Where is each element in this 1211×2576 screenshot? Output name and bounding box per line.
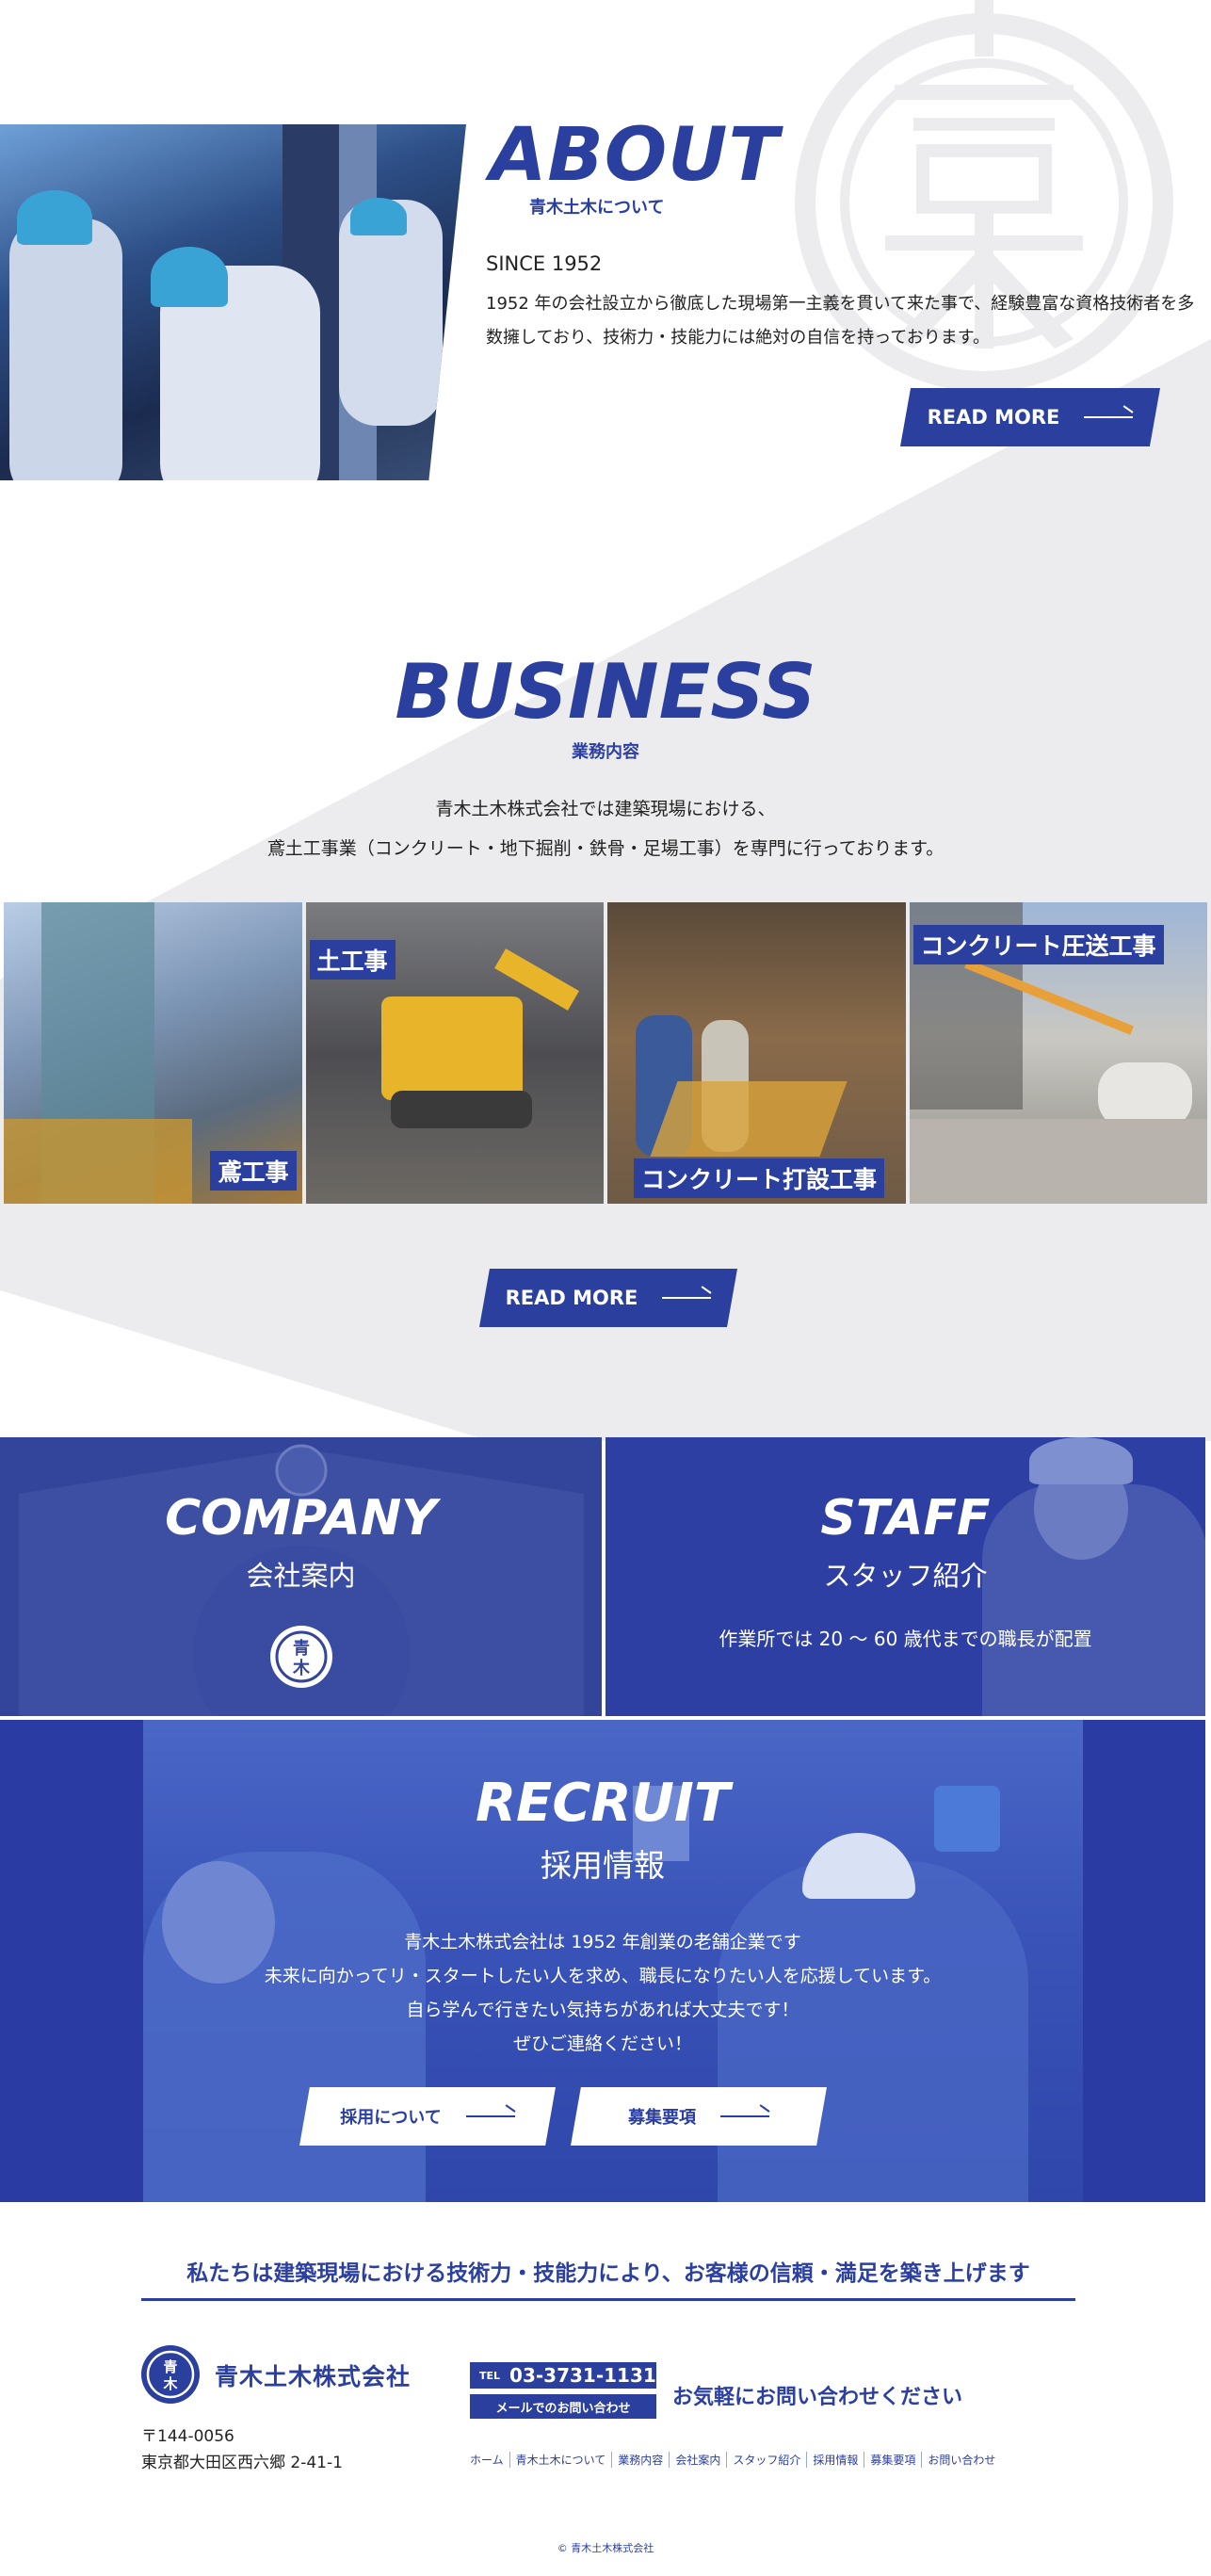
business-photo-tobi[interactable]: 鳶工事: [4, 902, 302, 1204]
tel-label: TEL: [479, 2369, 501, 2382]
about-title: ABOUT: [490, 113, 780, 198]
about-description: 1952 年の会社設立から徹底した現場第一主義を貫いて来た事で、経験豊富な資格技…: [486, 294, 1195, 348]
footer-nav-requirements[interactable]: 募集要項: [864, 2452, 923, 2468]
tel-number: 03-3731-1131: [509, 2364, 656, 2387]
recruit-description: 青木土木株式会社は 1952 年創業の老舗企業です 未来に向かってリ・スタートし…: [0, 1925, 1205, 2061]
about-since: SINCE 1952: [486, 252, 603, 275]
business-description: 青木土木株式会社では建築現場における、 鳶土工事業（コンクリート・地下掘削・鉄骨…: [0, 789, 1211, 868]
company-logo-icon: 青 木: [141, 2345, 200, 2404]
logo-char-top: 青: [163, 2358, 177, 2375]
logo-char-bottom: 木: [162, 2375, 178, 2392]
business-photo-grid: 鳶工事 土工事 コンクリート打設工事 コンクリート圧送工事: [4, 902, 1207, 1204]
footer-address: 東京都大田区西六郷 2-41-1: [141, 2454, 343, 2472]
arrow-right-icon: [465, 2115, 515, 2117]
footer-nav-recruit[interactable]: 採用情報: [807, 2452, 865, 2468]
company-logo-icon: 青 木: [270, 1626, 332, 1688]
arrow-right-icon: [1084, 416, 1134, 418]
company-panel[interactable]: COMPANY 会社案内 青 木: [0, 1437, 602, 1716]
arrow-right-icon: [662, 1297, 712, 1299]
footer-contact-message: お気軽にお問い合わせください: [672, 2386, 963, 2409]
business-photo-doko[interactable]: 土工事: [305, 902, 604, 1204]
business-read-more-label: READ MORE: [505, 1287, 638, 1309]
about-read-more-label: READ MORE: [927, 406, 1060, 429]
business-photo-label: コンクリート圧送工事: [912, 925, 1164, 964]
footer-nav-business[interactable]: 業務内容: [612, 2452, 670, 2468]
recruit-line: 未来に向かってリ・スタートしたい人を求め、職長になりたい人を応援しています。: [264, 1966, 942, 1986]
arrow-right-icon: [720, 2115, 769, 2117]
business-text-line2: 鳶土工事業（コンクリート・地下掘削・鉄骨・足場工事）を専門に行っております。: [266, 838, 945, 859]
about-subtitle: 青木土木について: [529, 198, 665, 218]
business-subtitle: 業務内容: [572, 742, 639, 762]
recruit-title: RECRUIT: [475, 1773, 731, 1834]
staff-description: 作業所では 20 ～ 60 歳代までの職長が配置: [719, 1628, 1092, 1650]
footer-nav-contact[interactable]: お問い合わせ: [922, 2452, 1001, 2468]
staff-title: STAFF: [820, 1490, 991, 1547]
about-read-more-button[interactable]: READ MORE: [900, 388, 1160, 446]
recruit-requirements-button[interactable]: 募集要項: [571, 2087, 827, 2146]
footer-nav-about[interactable]: 青木土木について: [510, 2452, 613, 2468]
recruit-subtitle: 採用情報: [541, 1847, 665, 1884]
recruit-line: 自ら学んで行きたい気持ちがあれば大丈夫です！: [406, 2000, 799, 2020]
footer-company-name: 青木土木株式会社: [215, 2363, 412, 2390]
footer-nav-staff[interactable]: スタッフ紹介: [727, 2452, 808, 2468]
svg-text:木: 木: [292, 1658, 311, 1678]
recruit-line: ぜひご連絡ください！: [512, 2033, 692, 2054]
recruit-requirements-label: 募集要項: [628, 2108, 696, 2128]
business-photo-label: 鳶工事: [210, 1151, 297, 1191]
business-photo-label: 土工事: [309, 940, 396, 980]
business-photo-concrete-pour[interactable]: コンクリート打設工事: [607, 902, 906, 1204]
recruit-about-button[interactable]: 採用について: [299, 2087, 556, 2146]
company-subtitle: 会社案内: [246, 1560, 356, 1592]
footer-nav-home[interactable]: ホーム: [470, 2452, 510, 2468]
recruit-about-label: 採用について: [340, 2108, 442, 2128]
svg-text:青: 青: [293, 1639, 310, 1659]
business-text-line1: 青木土木株式会社では建築現場における、: [435, 799, 776, 819]
footer-tagline: 私たちは建築現場における技術力・技能力により、お客様の信頼・満足を築き上げます: [141, 2255, 1075, 2301]
footer-postal-code: 〒144-0056: [141, 2427, 234, 2446]
business-photo-label: コンクリート打設工事: [634, 1158, 885, 1198]
footer-copyright: © 青木土木株式会社: [557, 2542, 654, 2554]
footer-nav: ホーム 青木土木について 業務内容 会社案内 スタッフ紹介 採用情報 募集要項 …: [470, 2452, 1001, 2468]
recruit-line: 青木土木株式会社は 1952 年創業の老舗企業です: [404, 1932, 801, 1952]
business-title: BUSINESS: [395, 648, 816, 736]
footer-nav-company[interactable]: 会社案内: [670, 2452, 728, 2468]
footer-mail-button[interactable]: メールでのお問い合わせ: [470, 2394, 656, 2419]
about-photo: [0, 124, 466, 480]
staff-subtitle: スタッフ紹介: [823, 1560, 988, 1592]
business-photo-concrete-pump[interactable]: コンクリート圧送工事: [909, 902, 1207, 1204]
business-read-more-button[interactable]: READ MORE: [479, 1269, 737, 1327]
company-title: COMPANY: [165, 1490, 437, 1547]
recruit-panel: RECRUIT 採用情報 青木土木株式会社は 1952 年創業の老舗企業です 未…: [0, 1720, 1205, 2202]
footer-tel[interactable]: TEL 03-3731-1131: [470, 2362, 656, 2389]
staff-panel[interactable]: STAFF スタッフ紹介 作業所では 20 ～ 60 歳代までの職長が配置: [606, 1437, 1205, 1716]
